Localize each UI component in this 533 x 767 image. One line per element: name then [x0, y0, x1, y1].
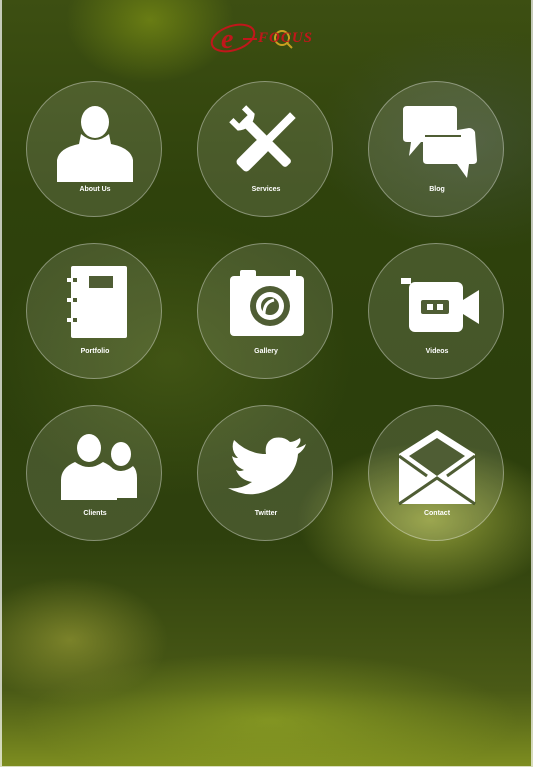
twitter-tile[interactable]: Twitter	[197, 405, 333, 541]
tile-label: Videos	[425, 348, 449, 355]
tile-label: Portfolio	[80, 348, 110, 355]
person-icon	[57, 106, 133, 182]
notebook-icon	[67, 266, 127, 338]
tile-label: About Us	[79, 186, 111, 193]
camera-icon	[230, 270, 304, 336]
twitter-bird-icon	[228, 437, 306, 495]
services-tile[interactable]: Services	[197, 81, 333, 217]
portfolio-tile[interactable]: Portfolio	[26, 243, 162, 379]
videos-tile[interactable]: Videos	[368, 243, 504, 379]
blog-tile[interactable]: Blog	[368, 81, 504, 217]
contact-tile[interactable]: Contact	[368, 405, 504, 541]
gallery-tile[interactable]: Gallery	[197, 243, 333, 379]
logo-text: FOCUS	[258, 30, 314, 46]
clients-tile[interactable]: Clients	[26, 405, 162, 541]
tile-label: Twitter	[254, 510, 278, 517]
about-us-tile[interactable]: About Us	[26, 81, 162, 217]
tile-label: Blog	[429, 186, 445, 193]
tools-icon	[229, 105, 296, 172]
svg-text:e: e	[221, 24, 233, 55]
envelope-icon	[398, 430, 476, 506]
tile-label: Clients	[83, 510, 107, 517]
group-icon	[61, 434, 137, 500]
tile-label: Gallery	[254, 348, 278, 355]
tile-label: Contact	[423, 510, 451, 517]
tile-label: Services	[251, 186, 281, 193]
video-camera-icon	[401, 278, 479, 332]
chat-bubbles-icon	[403, 106, 477, 178]
